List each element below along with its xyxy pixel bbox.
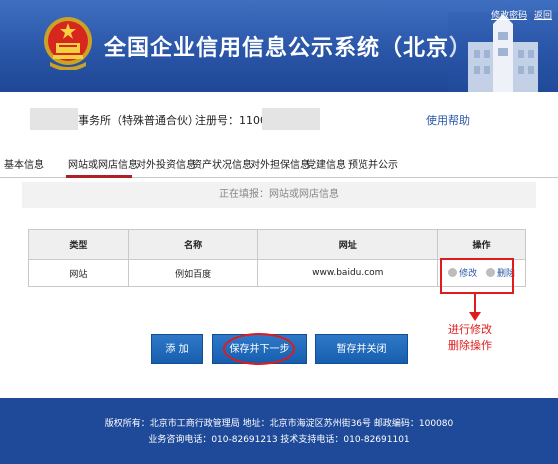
column-header-ops: 操作 <box>437 229 526 260</box>
highlight-box <box>440 258 514 294</box>
add-button[interactable]: 添 加 <box>151 334 203 364</box>
company-bar: 事务所（特殊普通合伙） 注册号：11000 使用帮助 <box>0 100 558 136</box>
building-image <box>448 12 558 92</box>
change-password-link[interactable]: 修改密码 <box>491 11 527 21</box>
save-close-button[interactable]: 暂存并关闭 <box>315 334 408 364</box>
footer-contact: 业务咨询电话：010-82691213 技术支持电话：010-82691101 <box>148 435 410 445</box>
national-emblem-icon <box>44 17 92 70</box>
tab-basic-info[interactable]: 基本信息 <box>4 156 44 171</box>
footer: 版权所有：北京市工商行政管理局 地址：北京市海淀区苏州街36号 邮政编码：100… <box>0 398 558 464</box>
highlight-ellipse <box>223 333 295 365</box>
company-name: 事务所（特殊普通合伙） <box>78 114 199 127</box>
top-links: 修改密码 返回 <box>487 8 552 21</box>
cell-type: 网站 <box>28 259 129 287</box>
active-tab-indicator <box>66 175 132 178</box>
annotation-note: 进行修改 删除操作 <box>448 322 492 354</box>
annotation-line-1: 进行修改 <box>448 323 492 336</box>
return-link[interactable]: 返回 <box>534 11 552 21</box>
tab-guarantee-info[interactable]: 对外担保信息 <box>250 156 310 171</box>
column-header-type: 类型 <box>28 229 129 260</box>
tab-bar: 基本信息 网站或网店信息 对外投资信息 资产状况信息 对外担保信息 党建信息 预… <box>0 148 558 178</box>
footer-copyright: 版权所有：北京市工商行政管理局 地址：北京市海淀区苏州街36号 邮政编码：100… <box>104 419 454 429</box>
tab-website-info[interactable]: 网站或网店信息 <box>68 156 138 171</box>
redacted-block <box>262 108 320 130</box>
cell-name: 例如百度 <box>127 259 259 287</box>
help-link[interactable]: 使用帮助 <box>426 112 470 128</box>
annotation-line-2: 删除操作 <box>448 339 492 352</box>
tab-investment-info[interactable]: 对外投资信息 <box>136 156 196 171</box>
cell-url: www.baidu.com <box>257 259 439 287</box>
tab-preview-publish[interactable]: 预览并公示 <box>348 156 398 171</box>
column-header-url: 网址 <box>257 229 439 260</box>
column-header-name: 名称 <box>127 229 259 260</box>
tab-asset-info[interactable]: 资产状况信息 <box>192 156 252 171</box>
page-title: 全国企业信用信息公示系统（北京） <box>104 36 473 61</box>
tab-party-info[interactable]: 党建信息 <box>306 156 346 171</box>
redacted-block <box>30 108 78 130</box>
annotation-arrow-head <box>469 312 481 321</box>
table-header-row: 类型 名称 网址 操作 <box>28 229 526 260</box>
filling-status: 正在填报：网站或网店信息 <box>22 182 536 208</box>
header-banner: 全国企业信用信息公示系统（北京） 修改密码 返回 <box>0 0 558 92</box>
